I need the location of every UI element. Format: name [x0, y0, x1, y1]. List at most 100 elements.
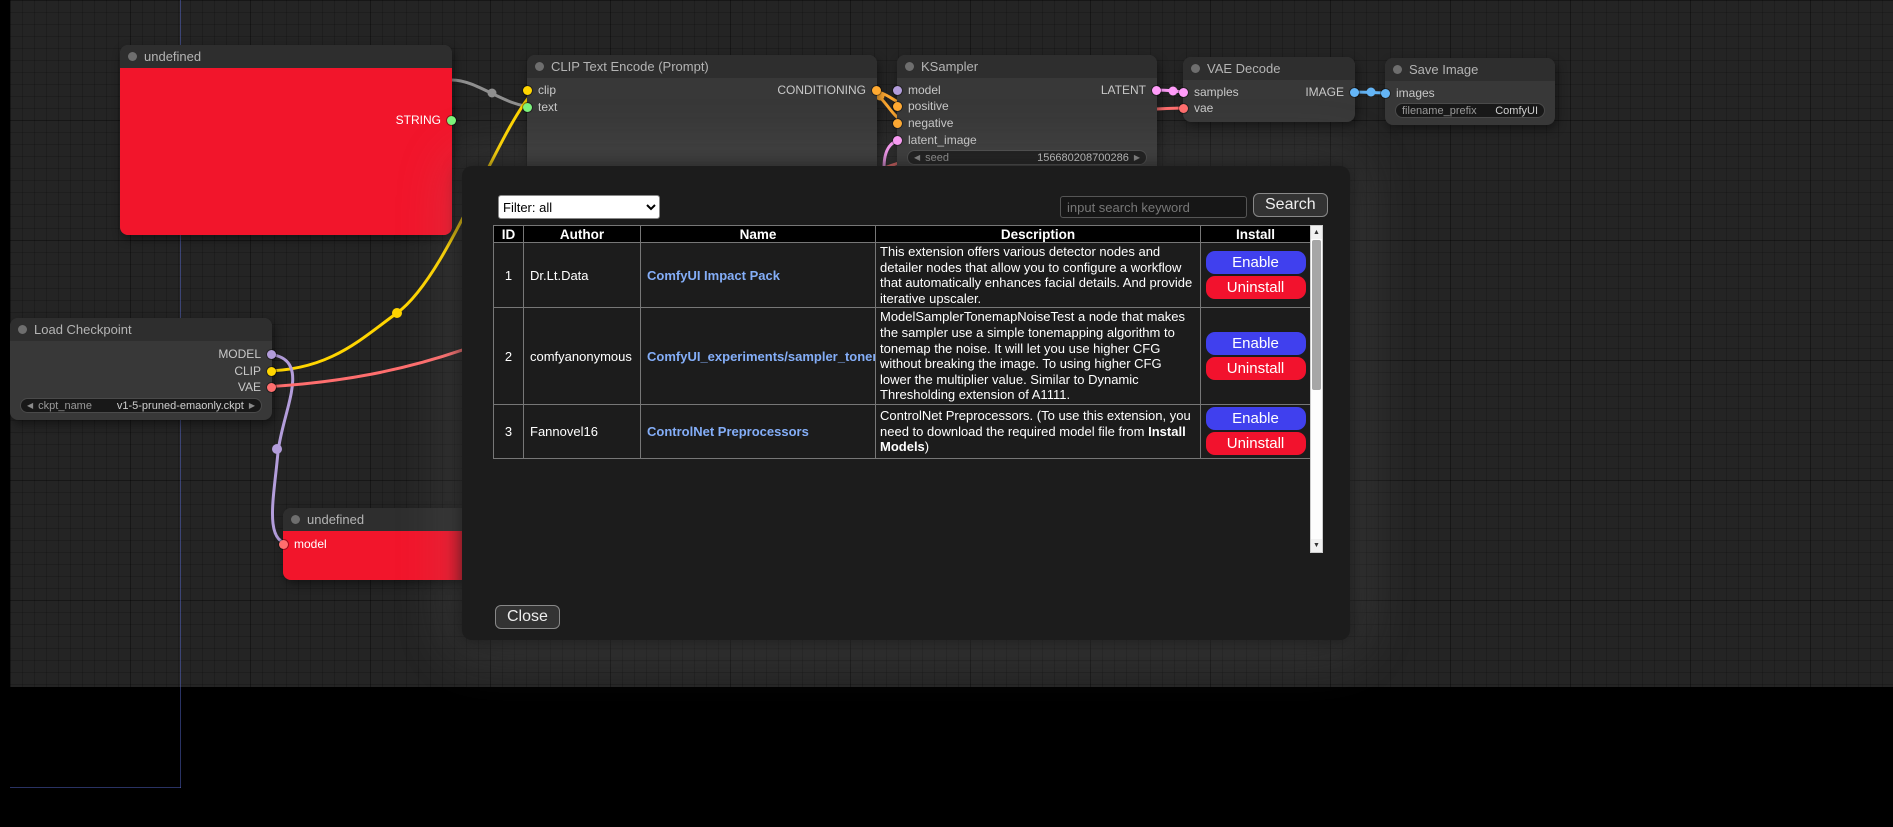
- port-input-images[interactable]: images: [1381, 86, 1435, 100]
- scrollbar-thumb[interactable]: [1312, 240, 1321, 390]
- vae-out-port-dot[interactable]: [267, 383, 276, 392]
- ckpt-name-widget[interactable]: ◀ ckpt_name v1-5-pruned-emaonly.ckpt ▶: [20, 398, 262, 413]
- node-title-bar[interactable]: CLIP Text Encode (Prompt): [527, 55, 877, 78]
- scroll-down-icon[interactable]: ▼: [1311, 539, 1322, 552]
- widget-label: seed: [925, 152, 949, 164]
- port-input-vae[interactable]: vae: [1179, 101, 1213, 115]
- collapse-dot[interactable]: [1393, 65, 1402, 74]
- node-title: VAE Decode: [1207, 61, 1280, 76]
- decrement-arrow-icon[interactable]: ◀: [914, 153, 920, 162]
- extension-description: This extension offers various detector n…: [876, 243, 1201, 308]
- collapse-dot[interactable]: [535, 62, 544, 71]
- next-arrow-icon[interactable]: ▶: [249, 401, 255, 410]
- extension-name-link[interactable]: ComfyUI_experiments/sampler_tonemap: [647, 349, 876, 364]
- latent-port-dot[interactable]: [893, 136, 902, 145]
- extension-id: 1: [494, 243, 524, 308]
- seed-widget[interactable]: ◀ seed 156680208700286 ▶: [907, 150, 1147, 165]
- node-vae-decode[interactable]: VAE Decode samples vae IMAGE: [1183, 57, 1355, 122]
- string-port-dot[interactable]: [447, 116, 456, 125]
- collapse-dot[interactable]: [128, 52, 137, 61]
- port-input-model[interactable]: model: [893, 83, 941, 97]
- port-label: clip: [538, 83, 556, 97]
- uninstall-button[interactable]: Uninstall: [1206, 357, 1306, 380]
- vae-port-dot[interactable]: [1179, 104, 1188, 113]
- enable-button[interactable]: Enable: [1206, 251, 1306, 274]
- extension-author: comfyanonymous: [524, 308, 641, 405]
- node-title-bar[interactable]: VAE Decode: [1183, 57, 1355, 80]
- uninstall-button[interactable]: Uninstall: [1206, 432, 1306, 455]
- image-port-dot[interactable]: [1350, 88, 1359, 97]
- node-title: CLIP Text Encode (Prompt): [551, 59, 709, 74]
- node-title-bar[interactable]: Load Checkpoint: [10, 318, 272, 341]
- images-port-dot[interactable]: [1381, 89, 1390, 98]
- port-output-image[interactable]: IMAGE: [1305, 85, 1359, 99]
- filename-prefix-widget[interactable]: filename_prefix ComfyUI: [1395, 103, 1545, 118]
- model-port-dot[interactable]: [279, 540, 288, 549]
- extension-row: 2 comfyanonymous ComfyUI_experiments/sam…: [494, 308, 1311, 405]
- node-title-bar[interactable]: undefined: [283, 508, 473, 531]
- canvas-guide-horizontal: [10, 787, 181, 788]
- node-title: undefined: [144, 49, 201, 64]
- extension-row: 1 Dr.Lt.Data ComfyUI Impact Pack This ex…: [494, 243, 1311, 308]
- port-output-latent[interactable]: LATENT: [1101, 83, 1161, 97]
- node-save-image[interactable]: Save Image images filename_prefix ComfyU…: [1385, 58, 1555, 125]
- enable-button[interactable]: Enable: [1206, 407, 1306, 430]
- error-node-body: [120, 68, 452, 235]
- scroll-up-icon[interactable]: ▲: [1311, 226, 1322, 239]
- node-title-bar[interactable]: Save Image: [1385, 58, 1555, 81]
- col-header-name: Name: [641, 226, 876, 243]
- extension-description: ModelSamplerTonemapNoiseTest a node that…: [876, 308, 1201, 405]
- collapse-dot[interactable]: [1191, 64, 1200, 73]
- node-load-checkpoint[interactable]: Load Checkpoint MODEL CLIP VAE ◀ ckpt_na…: [10, 318, 272, 420]
- port-input-model[interactable]: model: [279, 537, 327, 551]
- close-button[interactable]: Close: [495, 605, 560, 629]
- extension-author: Dr.Lt.Data: [524, 243, 641, 308]
- model-out-port-dot[interactable]: [267, 350, 276, 359]
- port-label: IMAGE: [1305, 85, 1344, 99]
- port-output-vae[interactable]: VAE: [238, 380, 276, 394]
- uninstall-button[interactable]: Uninstall: [1206, 276, 1306, 299]
- latent-out-port-dot[interactable]: [1152, 86, 1161, 95]
- col-header-author: Author: [524, 226, 641, 243]
- node-title: Load Checkpoint: [34, 322, 132, 337]
- model-port-dot[interactable]: [893, 86, 902, 95]
- increment-arrow-icon[interactable]: ▶: [1134, 153, 1140, 162]
- port-label: CONDITIONING: [777, 83, 866, 97]
- port-label: positive: [908, 99, 949, 113]
- collapse-dot[interactable]: [905, 62, 914, 71]
- extension-name-link[interactable]: ComfyUI Impact Pack: [647, 268, 780, 283]
- prev-arrow-icon[interactable]: ◀: [27, 401, 33, 410]
- positive-port-dot[interactable]: [893, 102, 902, 111]
- clip-port-dot[interactable]: [523, 86, 532, 95]
- node-undefined-bottom[interactable]: undefined model: [283, 508, 473, 580]
- filter-dropdown[interactable]: Filter: all: [498, 195, 660, 219]
- conditioning-port-dot[interactable]: [872, 86, 881, 95]
- enable-button[interactable]: Enable: [1206, 332, 1306, 355]
- node-undefined-top[interactable]: undefined STRING: [120, 45, 452, 235]
- col-header-id: ID: [494, 226, 524, 243]
- port-input-latent-image[interactable]: latent_image: [893, 133, 977, 147]
- collapse-dot[interactable]: [291, 515, 300, 524]
- port-label: vae: [1194, 101, 1213, 115]
- samples-port-dot[interactable]: [1179, 88, 1188, 97]
- collapse-dot[interactable]: [18, 325, 27, 334]
- text-port-dot[interactable]: [523, 103, 532, 112]
- port-input-negative[interactable]: negative: [893, 116, 953, 130]
- clip-out-port-dot[interactable]: [267, 367, 276, 376]
- extension-author: Fannovel16: [524, 404, 641, 458]
- node-title-bar[interactable]: undefined: [120, 45, 452, 68]
- port-input-text[interactable]: text: [523, 100, 557, 114]
- negative-port-dot[interactable]: [893, 119, 902, 128]
- search-button[interactable]: Search: [1253, 193, 1328, 217]
- extension-name-link[interactable]: ControlNet Preprocessors: [647, 424, 809, 439]
- port-input-samples[interactable]: samples: [1179, 85, 1239, 99]
- search-input[interactable]: [1060, 196, 1247, 218]
- node-title-bar[interactable]: KSampler: [897, 55, 1157, 78]
- port-output-conditioning[interactable]: CONDITIONING: [777, 83, 881, 97]
- table-scrollbar[interactable]: ▲ ▼: [1310, 225, 1323, 553]
- port-output-clip[interactable]: CLIP: [234, 364, 276, 378]
- port-output-model[interactable]: MODEL: [218, 347, 276, 361]
- port-input-positive[interactable]: positive: [893, 99, 949, 113]
- port-output-string[interactable]: STRING: [396, 113, 456, 127]
- port-input-clip[interactable]: clip: [523, 83, 556, 97]
